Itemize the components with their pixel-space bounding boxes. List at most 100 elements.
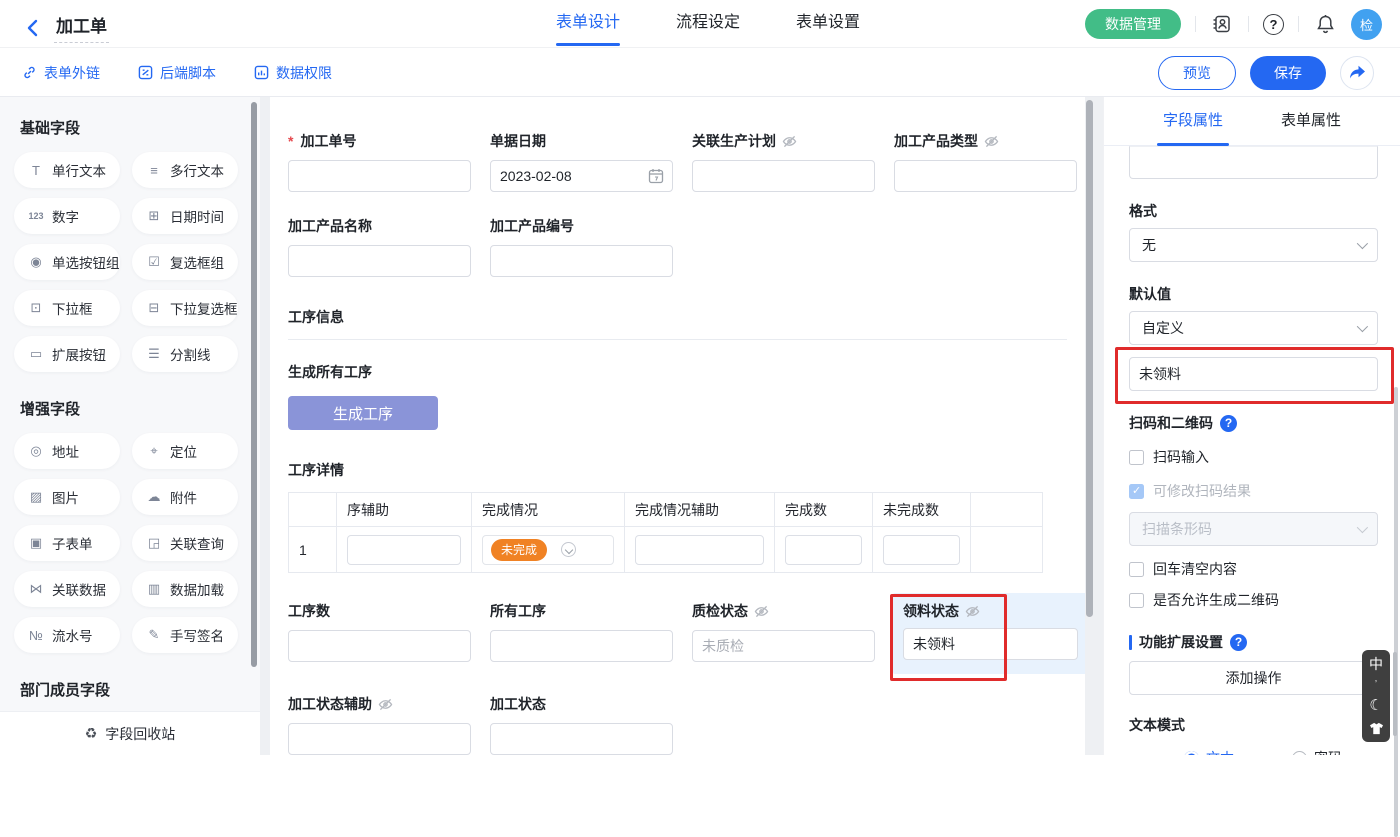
ime-punctuation-icon[interactable]: ʼ: [1375, 680, 1377, 688]
ime-language-indicator[interactable]: 中: [1369, 657, 1383, 671]
ime-skin-shirt-icon[interactable]: [1369, 722, 1384, 735]
checkbox-unchecked[interactable]: [1129, 593, 1144, 608]
help-icon[interactable]: ?: [1263, 14, 1284, 35]
format-select[interactable]: 无: [1129, 228, 1378, 262]
field-item-relation-data[interactable]: ⋈关联数据: [14, 571, 120, 607]
tab-flow-setting[interactable]: 流程设定: [676, 0, 740, 48]
back-icon[interactable]: [20, 16, 44, 40]
divider-section-process-info[interactable]: 工序信息: [288, 307, 1067, 340]
field-document-date[interactable]: 单据日期: [490, 131, 673, 192]
field-item-signature[interactable]: ✎手写签名: [132, 617, 238, 653]
field-item-multi-line-text[interactable]: ≡多行文本: [132, 152, 238, 188]
eye-off-icon: [782, 135, 797, 148]
data-permission-link[interactable]: 数据权限: [254, 63, 332, 83]
default-value-input[interactable]: [1129, 357, 1378, 391]
field-item-divider-line[interactable]: ☰分割线: [132, 336, 238, 372]
add-action-button[interactable]: 添加操作: [1129, 661, 1378, 695]
related-production-plan-input[interactable]: [692, 160, 875, 192]
product-code-input[interactable]: [490, 245, 673, 277]
field-item-attachment[interactable]: ☁附件: [132, 479, 238, 515]
save-button[interactable]: 保存: [1250, 56, 1326, 90]
tab-field-properties[interactable]: 字段属性: [1163, 97, 1223, 146]
field-item-address[interactable]: ◎地址: [14, 433, 120, 469]
window-scrollbar[interactable]: [1393, 652, 1397, 736]
field-item-datetime[interactable]: ⊞日期时间: [132, 198, 238, 234]
field-item-dropdown[interactable]: ⊡下拉框: [14, 290, 120, 326]
field-process-status-aux[interactable]: 加工状态辅助: [288, 694, 471, 755]
canvas-scrollbar[interactable]: [1086, 100, 1093, 617]
contacts-book-icon[interactable]: [1210, 12, 1234, 36]
field-related-production-plan[interactable]: 关联生产计划: [692, 131, 875, 192]
field-generate-all-process[interactable]: 生成所有工序 生成工序: [288, 362, 1067, 430]
completion-aux-cell-input[interactable]: [635, 535, 764, 565]
process-status-input[interactable]: [490, 723, 673, 755]
data-manage-button[interactable]: 数据管理: [1085, 9, 1181, 39]
process-status-aux-input[interactable]: [288, 723, 471, 755]
field-process-order-no[interactable]: *加工单号: [288, 131, 471, 192]
ime-toolbar[interactable]: 中 ʼ ☾: [1362, 650, 1390, 742]
scan-input-checkbox[interactable]: 扫码输入: [1129, 447, 1378, 467]
user-avatar[interactable]: 检: [1351, 9, 1382, 40]
help-badge-icon[interactable]: ?: [1230, 634, 1247, 651]
tab-form-design[interactable]: 表单设计: [556, 0, 620, 48]
process-order-no-input[interactable]: [288, 160, 471, 192]
checkbox-unchecked[interactable]: [1129, 562, 1144, 577]
form-title[interactable]: 加工单: [54, 12, 109, 43]
field-all-process[interactable]: 所有工序: [490, 601, 673, 674]
locate-icon: ⌖: [146, 443, 162, 459]
selected-field-material-status[interactable]: 领料状态: [893, 593, 1085, 674]
field-item-extend-button[interactable]: ▭扩展按钮: [14, 336, 120, 372]
notification-bell-icon[interactable]: [1313, 12, 1337, 36]
panel-scrollbar[interactable]: [1394, 387, 1398, 837]
scan-editable-checkbox[interactable]: 可修改扫码结果: [1129, 481, 1378, 501]
tab-form-setting[interactable]: 表单设置: [796, 0, 860, 48]
field-item-location[interactable]: ⌖定位: [132, 433, 238, 469]
product-name-input[interactable]: [288, 245, 471, 277]
field-product-code[interactable]: 加工产品编号: [490, 216, 673, 277]
radio-option-password[interactable]: 密码: [1292, 748, 1342, 755]
sidebar-scrollbar[interactable]: [251, 102, 257, 667]
field-quality-check-status[interactable]: 质检状态: [692, 601, 875, 674]
field-item-relation-query[interactable]: ◲关联查询: [132, 525, 238, 561]
uncompleted-count-cell-input[interactable]: [883, 535, 960, 565]
field-process-detail-table[interactable]: 工序详情 序辅助 完成情况 完成情况辅助 完成数 未完成数 1 未完成: [288, 460, 1067, 573]
preview-button[interactable]: 预览: [1158, 56, 1236, 90]
field-process-status[interactable]: 加工状态: [490, 694, 673, 755]
allow-qr-checkbox[interactable]: 是否允许生成二维码: [1129, 590, 1378, 610]
field-item-number[interactable]: 123数字: [14, 198, 120, 234]
completion-status-select[interactable]: 未完成: [482, 535, 614, 565]
field-recycle-bin[interactable]: ♻ 字段回收站: [0, 711, 260, 755]
default-type-select[interactable]: 自定义: [1129, 311, 1378, 345]
radio-option-text[interactable]: 文本: [1184, 748, 1234, 755]
field-name-input[interactable]: [1129, 146, 1378, 179]
field-item-image[interactable]: ▨图片: [14, 479, 120, 515]
form-external-link[interactable]: 表单外链: [22, 63, 100, 83]
field-item-data-load[interactable]: ▥数据加载: [132, 571, 238, 607]
process-count-input[interactable]: [288, 630, 471, 662]
field-item-multi-dropdown[interactable]: ⊟下拉复选框: [132, 290, 238, 326]
help-badge-icon[interactable]: ?: [1220, 415, 1237, 432]
material-status-input[interactable]: [903, 628, 1078, 660]
generate-process-button[interactable]: 生成工序: [288, 396, 438, 430]
field-item-radio-group[interactable]: ◉单选按钮组: [14, 244, 120, 280]
tab-form-properties[interactable]: 表单属性: [1281, 97, 1341, 146]
enter-clear-checkbox[interactable]: 回车清空内容: [1129, 559, 1378, 579]
field-product-name[interactable]: 加工产品名称: [288, 216, 471, 277]
completed-count-cell-input[interactable]: [785, 535, 862, 565]
multi-line-text-icon: ≡: [146, 163, 162, 178]
field-product-type[interactable]: 加工产品类型: [894, 131, 1077, 192]
aux-cell-input[interactable]: [347, 535, 461, 565]
field-item-checkbox-group[interactable]: ☑复选框组: [132, 244, 238, 280]
field-item-single-line-text[interactable]: T单行文本: [14, 152, 120, 188]
field-process-count[interactable]: 工序数: [288, 601, 471, 674]
quality-check-status-input[interactable]: [692, 630, 875, 662]
document-date-input[interactable]: [490, 160, 673, 192]
all-process-input[interactable]: [490, 630, 673, 662]
share-button[interactable]: [1340, 56, 1374, 90]
field-item-subform[interactable]: ▣子表单: [14, 525, 120, 561]
field-item-serial-number[interactable]: №流水号: [14, 617, 120, 653]
product-type-input[interactable]: [894, 160, 1077, 192]
ime-fullwidth-moon-icon[interactable]: ☾: [1369, 698, 1382, 713]
backend-script-link[interactable]: 后端脚本: [138, 63, 216, 83]
checkbox-unchecked[interactable]: [1129, 450, 1144, 465]
